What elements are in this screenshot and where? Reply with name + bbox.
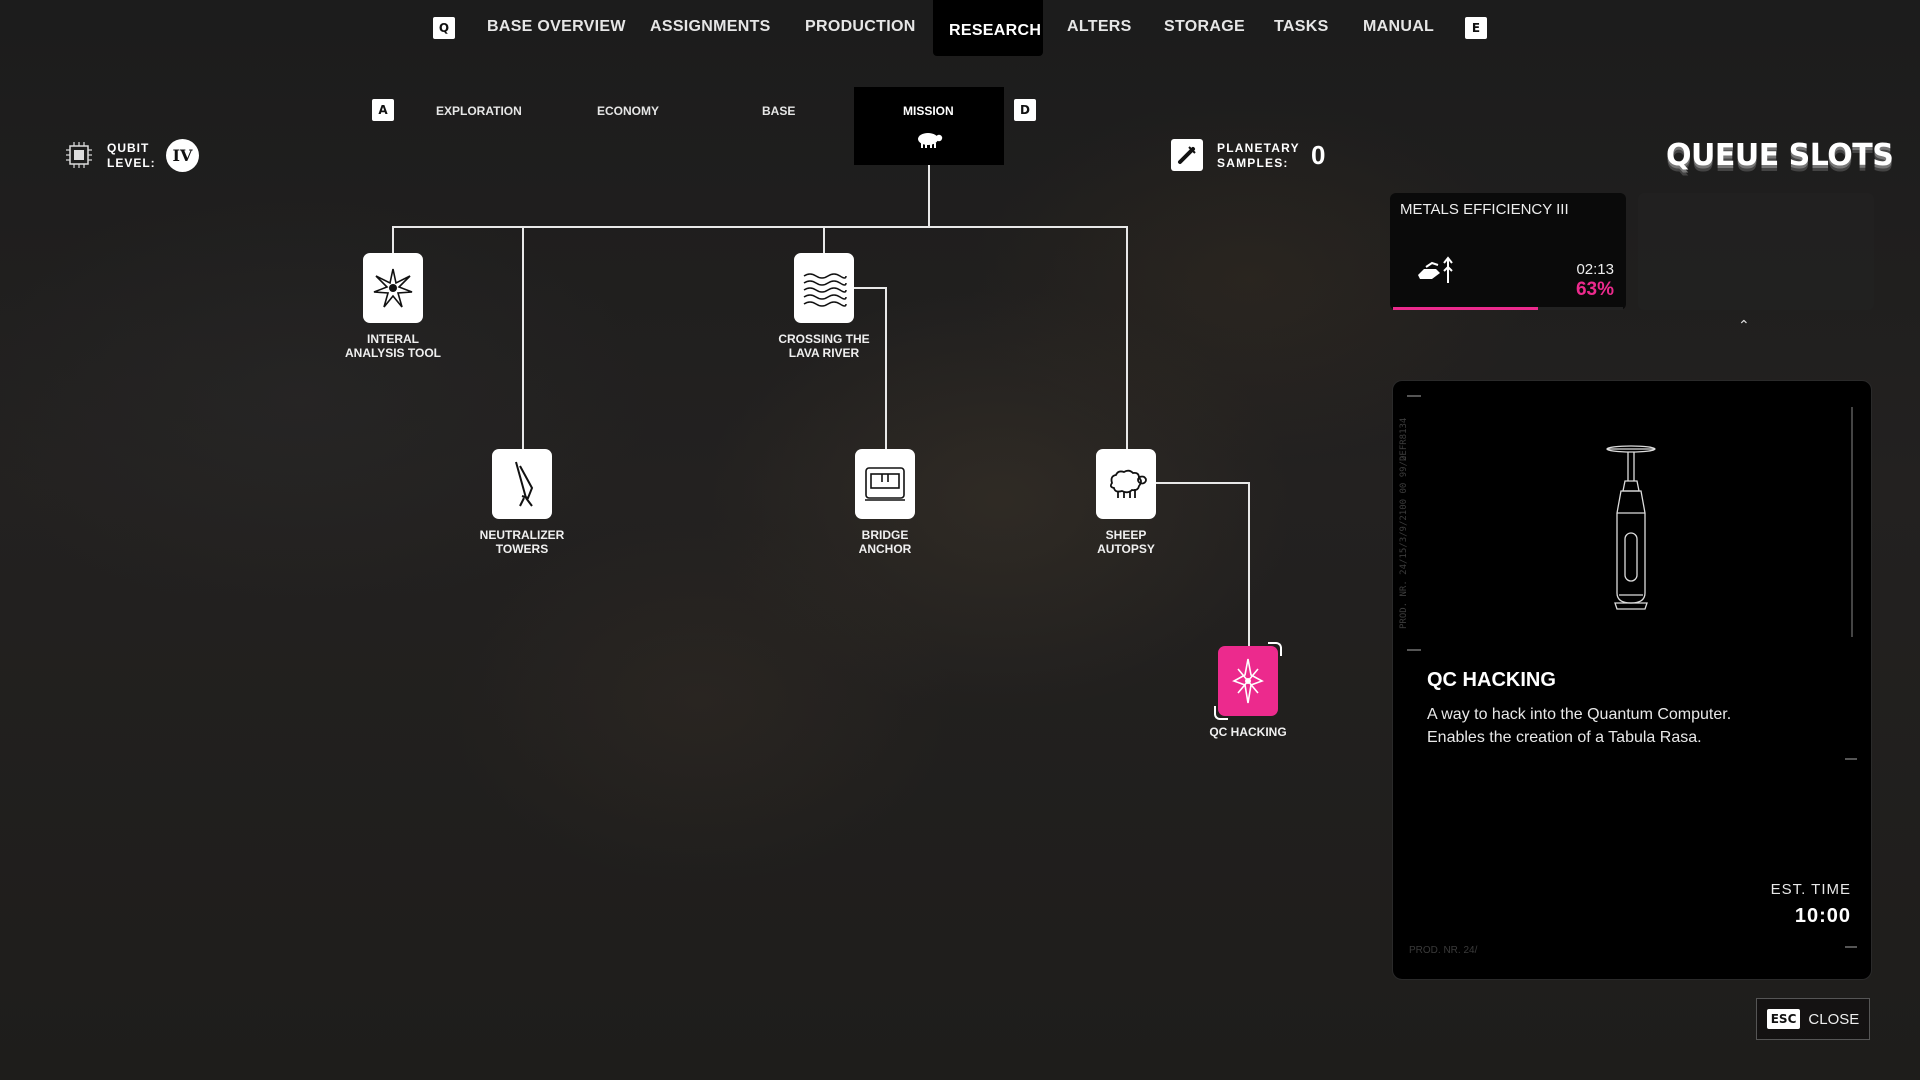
queue-slot-1[interactable]: METALS EFFICIENCY III 02:13 63% [1390,193,1626,310]
tab-research[interactable]: RESEARCH [949,22,1041,40]
quantum-hack-device-icon [1606,445,1656,610]
research-node-sheep-autopsy[interactable] [1096,449,1156,519]
subtab-exploration[interactable]: EXPLORATION [436,104,522,118]
frame-decoration [1845,946,1857,948]
starburst-icon [373,268,413,308]
close-button[interactable]: ESC CLOSE [1756,998,1870,1040]
tree-connector [928,165,930,227]
queue-slot-2[interactable] [1638,193,1874,310]
tab-production[interactable]: PRODUCTION [805,18,916,36]
tree-connector [885,287,887,450]
node-label: QC HACKING [1209,725,1287,739]
qubit-level-label: LEVEL: [107,156,156,170]
tab-alters[interactable]: ALTERS [1067,18,1132,36]
tree-connector [823,226,825,254]
queue-slot-name: METALS EFFICIENCY III [1400,201,1569,218]
node-label: CROSSING THE LAVA RIVER [778,332,870,360]
compass-star-icon [1232,658,1264,704]
chip-icon [66,142,92,168]
sheep-icon [1109,469,1147,498]
prev-subtab-key[interactable]: A [372,99,394,121]
tab-manual[interactable]: MANUAL [1363,18,1434,36]
research-node-bridge-anchor[interactable] [855,449,915,519]
detail-description-line: Enables the creation of a Tabula Rasa. [1427,729,1702,746]
detail-title: QC HACKING [1427,669,1556,691]
node-label: SHEEP AUTOPSY [1097,528,1155,556]
tab-tasks[interactable]: TASKS [1274,18,1329,36]
sub-tab-active-highlight [854,87,1004,165]
prev-tab-key[interactable]: Q [433,17,455,39]
selection-corner-icon [1214,706,1228,720]
node-label: INTERAL ANALYSIS TOOL [344,332,442,360]
research-node-crossing-the-lava-river[interactable] [794,253,854,323]
detail-description-line: A way to hack into the Quantum Computer. [1427,706,1732,723]
esc-key: ESC [1766,1009,1801,1029]
frame-decoration [1407,649,1421,651]
queue-progress-fill [1393,307,1538,310]
subtab-mission[interactable]: MISSION [903,104,954,118]
tab-storage[interactable]: STORAGE [1164,18,1245,36]
tree-connector [392,226,1128,228]
frame-decoration [1851,407,1853,637]
subtab-economy[interactable]: ECONOMY [597,104,659,118]
research-detail-panel: PROD. NR. 24/15/3/9/2100 00 99/2 DEFR813… [1392,380,1872,980]
machine-icon [865,467,905,501]
sheep-icon [918,133,943,148]
node-label: NEUTRALIZER TOWERS [479,528,565,556]
qubit-label: QUBIT [107,141,150,155]
sample-tube-icon [1171,139,1203,171]
queue-slots-title: QUEUE SLOTS [1666,138,1894,173]
tree-connector [1156,482,1250,484]
tree-connector [522,226,524,450]
planetary-samples-value: 0 [1311,140,1326,170]
research-node-neutralizer-towers[interactable] [492,449,552,519]
frame-decoration [1407,395,1421,397]
detail-footer-text: PROD. NR. 24/ [1409,945,1478,956]
tree-connector [392,226,394,254]
est-time-value: 10:00 [1794,905,1851,927]
node-label: BRIDGE ANCHOR [858,528,912,556]
chevron-up-icon[interactable]: ⌃ [1738,318,1750,334]
research-node-qc-hacking[interactable] [1214,642,1282,720]
next-subtab-key[interactable]: D [1014,99,1036,121]
antenna-icon [515,461,534,507]
tab-assignments[interactable]: ASSIGNMENTS [650,18,771,36]
queue-slot-percent: 63% [1575,279,1614,300]
next-tab-key[interactable]: E [1465,17,1487,39]
subtab-base[interactable]: BASE [762,104,795,118]
frame-decoration [1845,758,1857,760]
tree-connector [853,287,887,289]
queue-progress-track [1393,307,1623,310]
tab-base-overview[interactable]: BASE OVERVIEW [487,18,626,36]
close-label: CLOSE [1808,1010,1860,1028]
research-node-interal-analysis-tool[interactable] [363,253,423,323]
detail-side-text: PROD. NR. 24/15/3/9/2100 00 99/2 [1399,455,1409,629]
tree-connector [1248,482,1250,647]
tree-connector [1126,226,1128,450]
planetary-label: PLANETARY [1217,141,1300,155]
detail-side-code: DEFR8134 [1399,417,1409,461]
queue-slot-time: 02:13 [1576,261,1614,278]
samples-label: SAMPLES: [1217,156,1289,170]
est-time-label: EST. TIME [1770,881,1851,898]
metals-efficiency-icon [1418,256,1453,283]
qubit-level-badge: IV [166,139,199,172]
selection-corner-icon [1268,642,1282,656]
waves-icon [803,273,847,307]
